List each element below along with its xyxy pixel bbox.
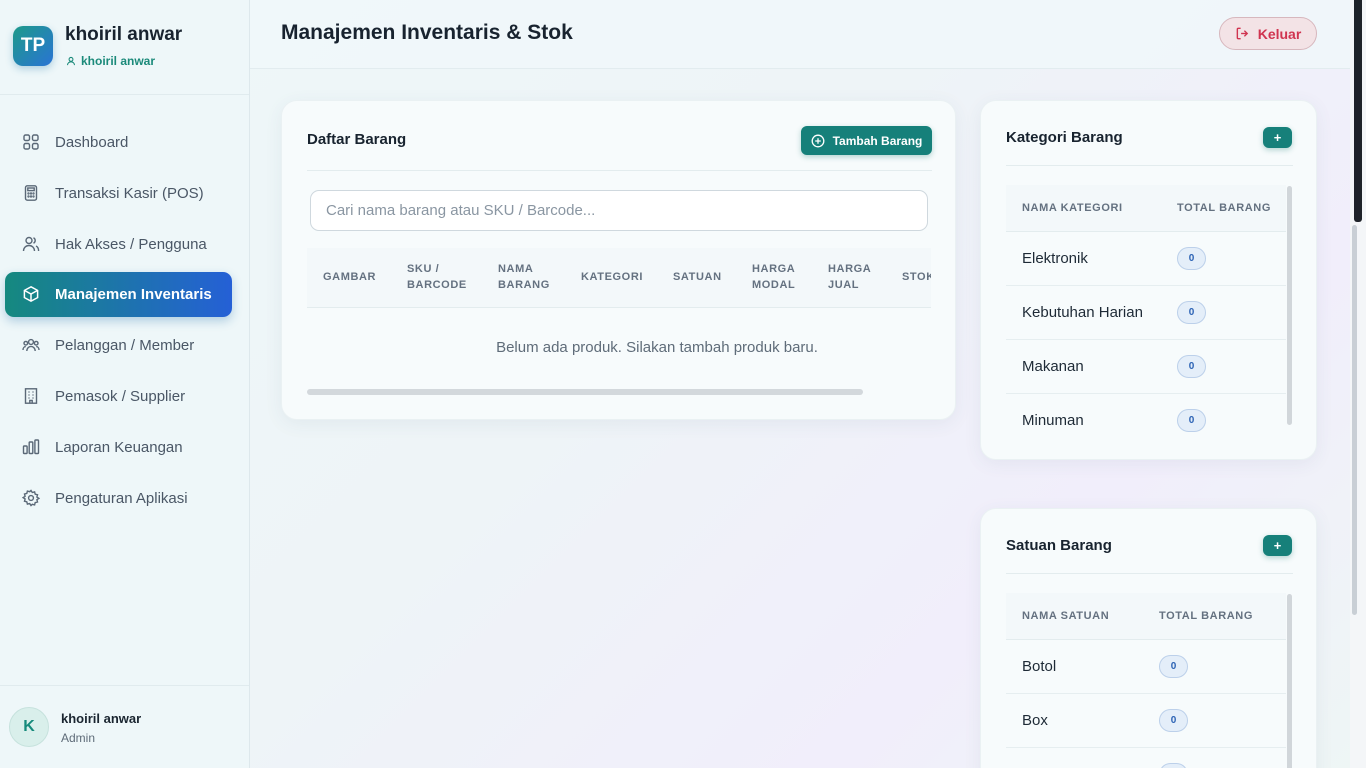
count-badge: 0 [1177,247,1206,270]
divider [307,170,932,171]
unit-name: Box [1022,712,1048,729]
column-header-stok[interactable]: STOK [902,269,931,285]
unit-title: Satuan Barang [1006,537,1112,554]
table-row[interactable]: Box 0 [1006,694,1286,748]
add-product-label: Tambah Barang [832,133,923,148]
page-scrollbar-thumb-secondary[interactable] [1352,225,1357,615]
column-header-total-barang[interactable]: TOTAL BARANG [1159,610,1253,622]
sidebar: TP khoiril anwar khoiril anwar Dashboard… [0,0,250,768]
brand-subtitle: khoiril anwar [66,54,155,68]
sidebar-item-pos[interactable]: Transaksi Kasir (POS) [5,171,232,216]
sidebar-item-label: Pengaturan Aplikasi [55,490,188,507]
column-header-kategori[interactable]: KATEGORI [581,269,643,285]
table-row[interactable]: Botol 0 [1006,640,1286,694]
column-header-sku[interactable]: SKU / BARCODE [407,261,467,293]
user-profile[interactable]: K khoiril anwar Admin [0,685,249,768]
gear-icon [21,489,41,507]
page-scrollbar-thumb[interactable] [1354,0,1362,222]
users-icon [22,235,40,253]
sidebar-item-dashboard[interactable]: Dashboard [5,120,232,165]
category-table-scrollbar[interactable] [1287,186,1292,425]
add-product-button[interactable]: Tambah Barang [801,126,932,155]
category-name: Minuman [1022,412,1084,429]
sidebar-item-label: Manajemen Inventaris [55,286,212,303]
column-header-gambar[interactable]: GAMBAR [323,269,376,285]
plus-circle-icon [811,134,825,147]
page-title: Manajemen Inventaris & Stok [281,21,573,44]
user-icon [66,56,76,66]
user-name: khoiril anwar [61,711,142,726]
count-badge-partial [1159,763,1188,768]
product-list-title: Daftar Barang [307,131,407,148]
add-category-button[interactable]: + [1263,127,1292,148]
sidebar-item-label: Laporan Keuangan [55,439,183,456]
count-badge: 0 [1159,709,1188,732]
empty-state-message: Belum ada produk. Silakan tambah produk … [496,339,818,356]
sidebar-item-settings[interactable]: Pengaturan Aplikasi [5,476,232,521]
column-header-harga-modal[interactable]: HARGA MODAL [752,261,795,293]
column-header-nama-kategori[interactable]: NAMA KATEGORI [1022,202,1123,214]
category-name: Kebutuhan Harian [1022,304,1143,321]
unit-table-scrollbar[interactable] [1287,594,1292,768]
product-list-card: Daftar Barang Tambah Barang GAMBAR SKU /… [281,100,956,420]
column-header-satuan[interactable]: SATUAN [673,269,722,285]
product-search-input[interactable] [310,190,928,231]
brand-header: TP khoiril anwar khoiril anwar [0,0,249,95]
table-row[interactable]: Kebutuhan Harian 0 [1006,286,1286,340]
sidebar-item-label: Transaksi Kasir (POS) [55,185,204,202]
logout-icon [1236,27,1248,40]
column-header-nama[interactable]: NAMA BARANG [498,261,550,293]
bar-chart-icon [22,438,40,456]
group-icon [22,336,40,354]
sidebar-item-label: Hak Akses / Pengguna [55,236,207,253]
avatar: K [9,707,49,747]
sidebar-item-inventory[interactable]: Manajemen Inventaris [5,272,232,317]
top-bar: Manajemen Inventaris & Stok Keluar [250,0,1350,69]
count-badge: 0 [1177,409,1206,432]
table-row-partial[interactable] [1006,748,1286,768]
sidebar-item-suppliers[interactable]: Pemasok / Supplier [5,374,232,419]
table-row[interactable]: Makanan 0 [1006,340,1286,394]
sidebar-item-reports[interactable]: Laporan Keuangan [5,425,232,470]
sidebar-item-label: Pemasok / Supplier [55,388,186,405]
category-name: Elektronik [1022,250,1088,267]
logout-button[interactable]: Keluar [1219,17,1317,50]
brand-subtitle-text: khoiril anwar [81,54,156,68]
unit-name: Botol [1022,658,1057,675]
box-icon [22,285,40,303]
product-table-header: GAMBAR SKU / BARCODE NAMA BARANG KATEGORI … [307,248,931,308]
sidebar-item-label: Dashboard [55,134,129,151]
category-table-header: NAMA KATEGORI TOTAL BARANG [1006,185,1286,232]
building-icon [22,387,40,405]
sidebar-item-label: Pelanggan / Member [55,337,195,354]
brand-name: khoiril anwar [65,24,183,45]
category-card: Kategori Barang + NAMA KATEGORI TOTAL BA… [980,100,1317,460]
column-header-nama-satuan[interactable]: NAMA SATUAN [1022,610,1109,622]
sidebar-item-users[interactable]: Hak Akses / Pengguna [5,222,232,267]
calculator-icon [22,184,40,202]
divider [1006,573,1293,574]
count-badge: 0 [1177,301,1206,324]
column-header-harga-jual[interactable]: HARGA JUAL [828,261,871,293]
divider [1006,165,1293,166]
brand-logo: TP [13,26,53,66]
table-row[interactable]: Elektronik 0 [1006,232,1286,286]
unit-table-header: NAMA SATUAN TOTAL BARANG [1006,593,1286,640]
unit-card: Satuan Barang + NAMA SATUAN TOTAL BARANG… [980,508,1317,768]
count-badge: 0 [1177,355,1206,378]
column-header-total-barang[interactable]: TOTAL BARANG [1177,202,1271,214]
grid-icon [22,133,40,151]
count-badge: 0 [1159,655,1188,678]
table-horizontal-scrollbar[interactable] [307,389,863,395]
logout-label: Keluar [1257,25,1302,42]
add-unit-button[interactable]: + [1263,535,1292,556]
sidebar-item-customers[interactable]: Pelanggan / Member [5,323,232,368]
category-title: Kategori Barang [1006,129,1123,146]
category-name: Makanan [1022,358,1084,375]
table-row[interactable]: Minuman 0 [1006,394,1286,448]
user-role: Admin [61,731,96,745]
